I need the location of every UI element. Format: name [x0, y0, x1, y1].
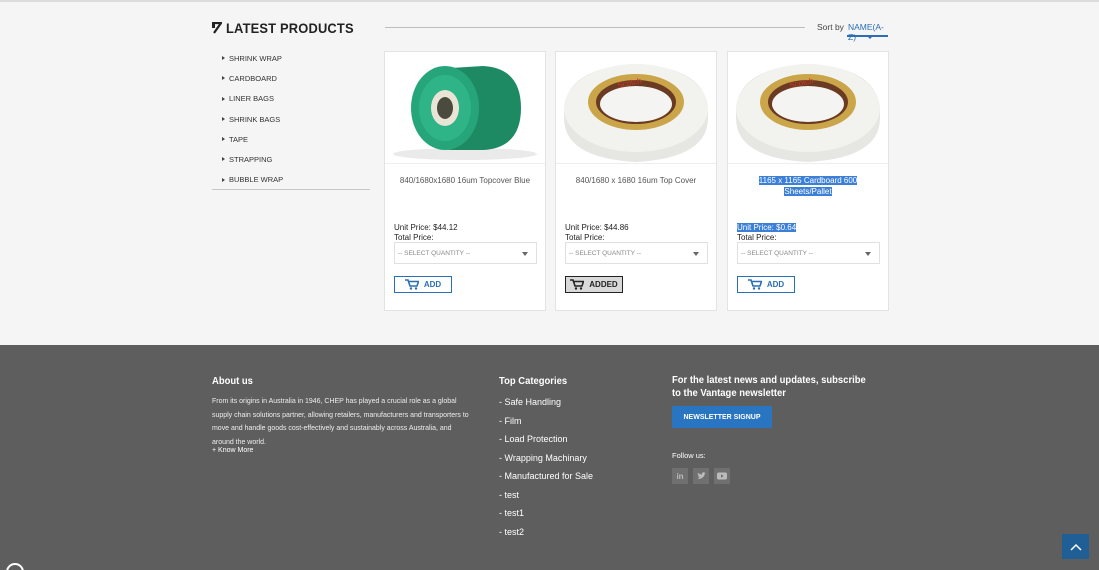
know-more-link[interactable]: + Know More	[212, 447, 253, 454]
unit-price: Unit Price: $0.64	[737, 223, 797, 232]
newsletter-title: For the latest news and updates, subscri…	[672, 374, 866, 399]
newsletter-signup-button[interactable]: NEWSLETTER SIGNUP	[672, 406, 772, 428]
top-categories-list: - Safe Handling - Film - Load Protection…	[499, 397, 593, 545]
linkedin-icon[interactable]: in	[672, 468, 688, 484]
chevron-up-icon	[1069, 543, 1082, 551]
category-link[interactable]: - Safe Handling	[499, 397, 593, 416]
added-to-cart-button[interactable]: ADDED	[565, 276, 623, 293]
unit-price: Unit Price: $44.86	[565, 223, 629, 232]
add-to-cart-button[interactable]: ADD	[737, 276, 795, 293]
scroll-to-top-button[interactable]	[1062, 534, 1089, 559]
sort-dropdown[interactable]: NAME(A-Z)	[848, 22, 888, 42]
section-heading: LATEST PRODUCTS	[212, 20, 365, 36]
product-image-scotch-tape-roll[interactable]: Scotch	[728, 52, 888, 164]
top-categories-title: Top Categories	[499, 375, 568, 387]
category-link[interactable]: - Film	[499, 416, 593, 435]
product-card: 840/1680x1680 16um Topcover Blue Unit Pr…	[384, 51, 546, 311]
product-name[interactable]: 1165 x 1165 Cardboard 600 Sheets/Pallet	[736, 175, 880, 197]
category-link[interactable]: - Wrapping Machinary	[499, 453, 593, 472]
add-to-cart-button[interactable]: ADD	[394, 276, 452, 293]
category-sidebar: SHRINK WRAP CARDBOARD LINER BAGS SHRINK …	[212, 48, 370, 190]
total-price: Total Price:	[394, 233, 434, 242]
follow-us-label: Follow us:	[672, 451, 706, 460]
sidebar-item-shrink-wrap[interactable]: SHRINK WRAP	[212, 48, 370, 68]
sidebar-item-liner-bags[interactable]: LINER BAGS	[212, 89, 370, 109]
about-text: From its origins in Australia in 1946, C…	[212, 396, 469, 446]
category-link[interactable]: - Manufactured for Sale	[499, 471, 593, 490]
category-link[interactable]: - test1	[499, 508, 593, 527]
product-card: Scotch 840/1680 x 1680 16um Top Cover Un…	[555, 51, 717, 311]
product-image-green-film-roll[interactable]	[385, 52, 545, 164]
section-divider	[385, 27, 805, 28]
product-name[interactable]: 840/1680 x 1680 16um Top Cover	[564, 175, 708, 186]
total-price: Total Price:	[737, 233, 777, 242]
sidebar-item-tape[interactable]: TAPE	[212, 129, 370, 149]
sidebar-divider	[212, 189, 370, 190]
product-image-scotch-tape-roll[interactable]: Scotch	[556, 52, 716, 164]
cart-icon	[570, 279, 585, 290]
cart-icon	[747, 279, 762, 290]
youtube-icon[interactable]	[714, 468, 730, 484]
top-border	[0, 0, 1099, 2]
chevron-down-icon	[693, 252, 699, 256]
category-link[interactable]: - Load Protection	[499, 434, 593, 453]
sidebar-item-shrink-bags[interactable]: SHRINK BAGS	[212, 109, 370, 129]
sidebar-item-bubble-wrap[interactable]: BUBBLE WRAP	[212, 170, 370, 190]
cart-icon	[404, 279, 419, 290]
chevron-down-icon	[522, 252, 528, 256]
heading-mark-icon	[212, 22, 222, 34]
sort-label: Sort by	[817, 22, 844, 32]
twitter-icon[interactable]	[693, 468, 709, 484]
section-title: LATEST PRODUCTS	[226, 20, 354, 36]
sidebar-item-cardboard[interactable]: CARDBOARD	[212, 68, 370, 88]
category-link[interactable]: - test	[499, 490, 593, 509]
about-title: About us	[212, 375, 253, 387]
product-card: Scotch 1165 x 1165 Cardboard 600 Sheets/…	[727, 51, 889, 311]
product-name[interactable]: 840/1680x1680 16um Topcover Blue	[393, 175, 537, 186]
chevron-down-icon	[867, 36, 873, 39]
chevron-down-icon	[865, 252, 871, 256]
unit-price: Unit Price: $44.12	[394, 223, 458, 232]
sidebar-item-strapping[interactable]: STRAPPING	[212, 149, 370, 169]
category-link[interactable]: - test2	[499, 527, 593, 546]
quantity-select[interactable]: -- SELECT QUANTITY --	[565, 242, 708, 264]
total-price: Total Price:	[565, 233, 605, 242]
quantity-select[interactable]: -- SELECT QUANTITY --	[737, 242, 880, 264]
quantity-select[interactable]: -- SELECT QUANTITY --	[394, 242, 537, 264]
